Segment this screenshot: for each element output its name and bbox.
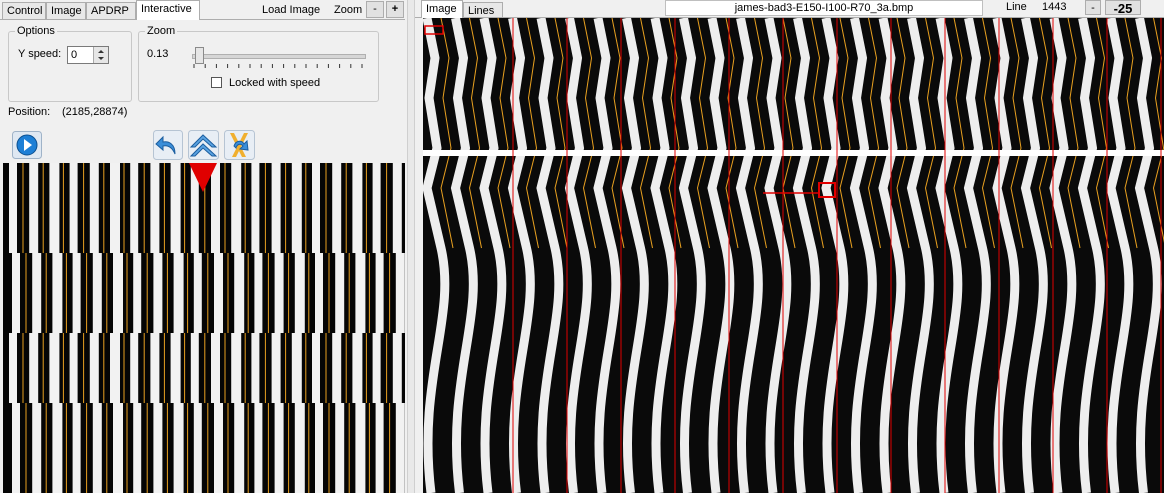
line-label: Line	[1006, 1, 1027, 13]
stripe-image	[9, 163, 405, 493]
right-panel: Image Lines james-bad3-E150-I100-R70_3a.…	[415, 0, 1164, 493]
swap-arrows-icon	[224, 130, 255, 160]
locked-with-speed-label: Locked with speed	[229, 77, 321, 89]
position-label: Position:	[8, 106, 51, 118]
tab-divider	[0, 19, 405, 20]
interactive-image-viewer[interactable]	[3, 163, 405, 493]
options-group: Options	[8, 25, 132, 102]
zoom-group-legend: Zoom	[145, 25, 178, 37]
zoom-label: Zoom	[334, 4, 363, 16]
tab-control[interactable]: Control	[2, 2, 46, 19]
fringe-image	[423, 18, 1164, 493]
play-icon	[12, 131, 42, 159]
stepper-arrows-icon	[98, 50, 104, 60]
swap-button[interactable]	[224, 130, 255, 160]
panel-splitter[interactable]	[407, 0, 415, 493]
position-value: (2185,28874)	[62, 106, 128, 118]
red-triangle-marker-icon[interactable]	[189, 163, 217, 193]
undo-button[interactable]	[153, 130, 183, 160]
main-image-viewer[interactable]	[423, 18, 1164, 493]
filename-field: james-bad3-E150-I100-R70_3a.bmp	[665, 0, 983, 16]
undo-arrow-icon	[153, 130, 183, 160]
tab-apdrp[interactable]: APDRP	[86, 2, 136, 19]
double-chevron-up-icon	[188, 130, 219, 160]
y-speed-label: Y speed:	[18, 48, 62, 60]
play-button[interactable]	[12, 131, 42, 159]
stepper-arrows[interactable]	[93, 47, 108, 63]
tab-image[interactable]: Image	[46, 2, 86, 19]
tab-image-view[interactable]: Image	[421, 0, 463, 18]
locked-with-speed-checkbox[interactable]	[211, 77, 222, 88]
zoom-value-text: 0.13	[147, 48, 169, 60]
y-speed-stepper[interactable]: 0	[67, 46, 109, 64]
zoom-in-button[interactable]: +	[386, 1, 404, 18]
slider-ticks	[193, 64, 363, 68]
tab-interactive[interactable]: Interactive	[136, 0, 200, 20]
zoom-out-button[interactable]: -	[366, 1, 384, 18]
options-legend: Options	[15, 25, 57, 37]
zoom-slider[interactable]	[190, 44, 366, 72]
line-step-minus-button[interactable]: -	[1085, 0, 1101, 15]
line-value: 1443	[1042, 1, 1067, 13]
y-speed-value: 0	[71, 49, 78, 61]
slider-track	[192, 54, 366, 59]
move-up-button[interactable]	[188, 130, 219, 160]
left-panel: Control Image APDRP Interactive Load Ima…	[0, 0, 407, 493]
slider-thumb[interactable]	[195, 47, 205, 64]
load-image-button[interactable]: Load Image	[262, 2, 320, 18]
line-step-value-button[interactable]: -25	[1105, 0, 1141, 16]
